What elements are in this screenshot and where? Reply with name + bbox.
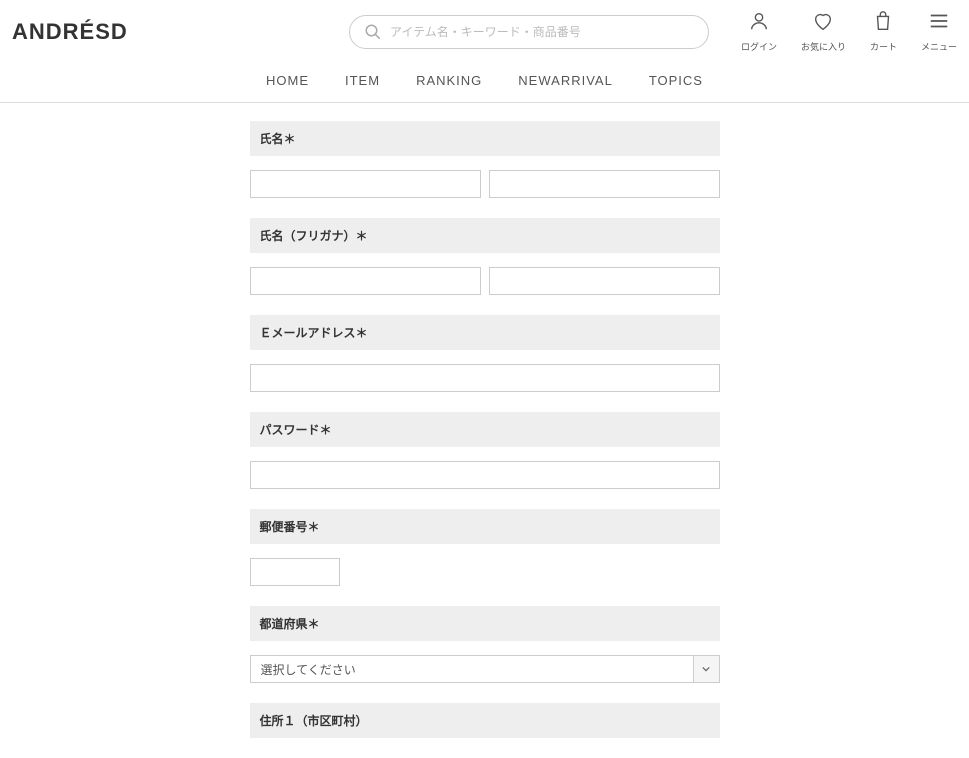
user-icon [748,10,770,37]
email-input[interactable] [250,364,720,392]
password-input[interactable] [250,461,720,489]
kana-label: 氏名（フリガナ）＊ [250,218,720,253]
prefecture-select[interactable]: 選択してください [250,655,694,683]
name-label: 氏名＊ [250,121,720,156]
menu-label: メニュー [921,40,957,53]
nav-item[interactable]: ITEM [345,73,380,88]
nav-ranking[interactable]: RANKING [416,73,482,88]
nav-home[interactable]: HOME [266,73,309,88]
search-icon [364,23,382,41]
zip-input[interactable] [250,558,340,586]
pref-label: 都道府県＊ [250,606,720,641]
favorite-button[interactable]: お気に入り [801,10,846,53]
zip-label: 郵便番号＊ [250,509,720,544]
password-label: パスワード＊ [250,412,720,447]
registration-form: 氏名＊ 氏名（フリガナ）＊ Ｅメールアドレス＊ パスワード＊ 郵便番号＊ 都道府… [250,121,720,738]
bag-icon [872,10,894,37]
login-label: ログイン [741,40,777,53]
cart-button[interactable]: カート [870,10,897,53]
heart-icon [812,10,834,37]
cart-label: カート [870,40,897,53]
login-button[interactable]: ログイン [741,10,777,53]
nav-topics[interactable]: TOPICS [649,73,703,88]
hamburger-icon [928,10,950,37]
favorite-label: お気に入り [801,40,846,53]
menu-button[interactable]: メニュー [921,10,957,53]
last-kana-input[interactable] [250,267,481,295]
search-box[interactable] [349,15,709,49]
nav-newarrival[interactable]: NEWARRIVAL [518,73,613,88]
prefecture-select-caret[interactable] [694,655,720,683]
main-nav: HOME ITEM RANKING NEWARRIVAL TOPICS [0,59,969,102]
chevron-down-icon [702,665,710,673]
last-name-input[interactable] [250,170,481,198]
first-name-input[interactable] [489,170,720,198]
email-label: Ｅメールアドレス＊ [250,315,720,350]
addr1-label: 住所１（市区町村） [250,703,720,738]
site-logo[interactable]: ANDRÉSD [12,19,128,45]
first-kana-input[interactable] [489,267,720,295]
search-input[interactable] [390,25,694,39]
